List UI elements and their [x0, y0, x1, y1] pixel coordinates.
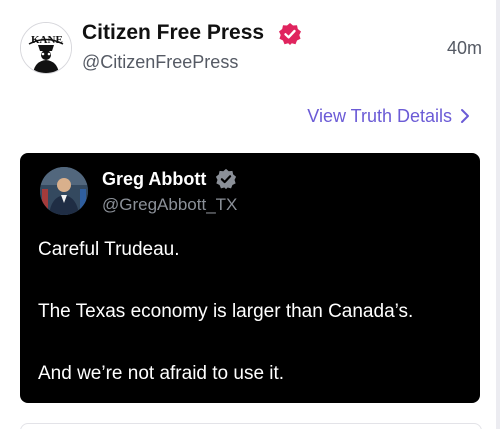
view-truth-details-label: View Truth Details — [307, 105, 452, 126]
truth-social-post-view: KANE Citizen Free Press @CitizenFreePres… — [0, 0, 500, 429]
embedded-text-line: Careful Trudeau. — [38, 239, 180, 260]
post-timestamp: 40m — [446, 38, 482, 58]
embedded-author-name: Greg Abbott — [102, 169, 207, 189]
scrollbar-edge — [496, 0, 500, 429]
embedded-verified-badge-icon — [215, 168, 237, 190]
verified-badge-icon — [279, 23, 301, 45]
embedded-avatar-photo — [40, 167, 88, 215]
view-truth-details-link[interactable]: View Truth Details — [307, 104, 470, 128]
kane-logo-avatar-icon: KANE — [21, 23, 71, 73]
embedded-author-handle: @GregAbbott_TX — [102, 195, 238, 214]
author-handle[interactable]: @CitizenFreePress — [82, 52, 238, 73]
author-name[interactable]: Citizen Free Press — [82, 21, 264, 45]
embedded-avatar — [40, 167, 88, 215]
next-card-top-edge — [20, 423, 482, 429]
embedded-text-line: The Texas economy is larger than Canada’… — [38, 301, 414, 322]
chevron-right-icon — [461, 109, 469, 123]
avatar[interactable]: KANE — [20, 22, 72, 74]
embedded-text-line: And we’re not afraid to use it. — [38, 363, 285, 384]
avatar-logo-text: KANE — [31, 34, 63, 46]
embedded-post-image[interactable]: Greg Abbott @GregAbbott_TX Careful Trude… — [20, 153, 480, 403]
post-header: KANE Citizen Free Press @CitizenFreePres… — [18, 18, 482, 78]
